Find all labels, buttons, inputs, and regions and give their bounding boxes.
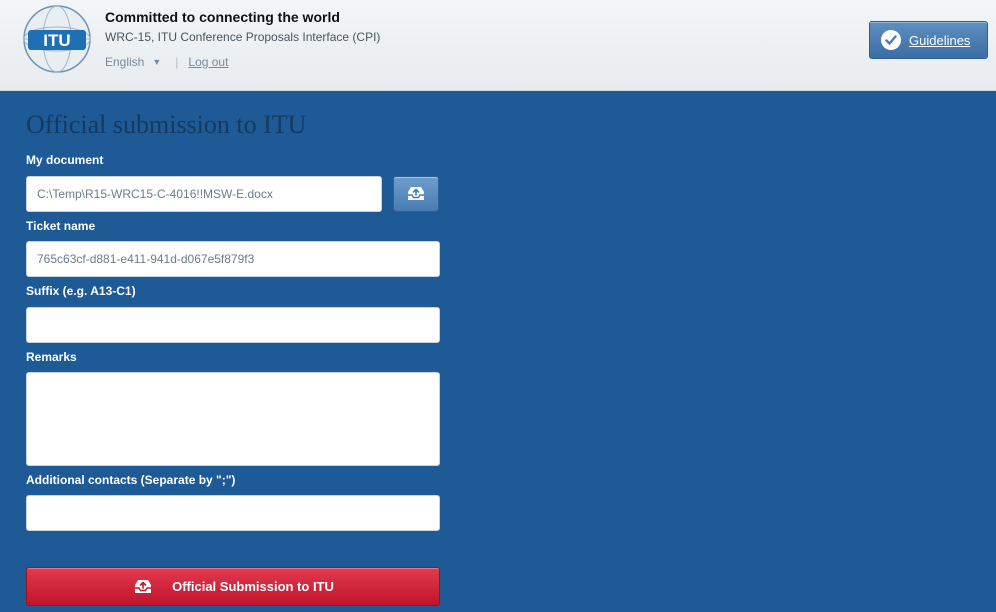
divider: | xyxy=(175,55,179,69)
remarks-field[interactable] xyxy=(26,372,440,466)
ticket-field[interactable] xyxy=(26,241,440,277)
language-selector[interactable]: English xyxy=(105,55,144,69)
chevron-down-icon[interactable]: ▼ xyxy=(152,57,161,67)
check-circle-icon xyxy=(881,30,901,50)
itu-logo: ITU xyxy=(23,5,91,73)
document-label: My document xyxy=(26,153,104,167)
official-submission-button[interactable]: Official Submission to ITU xyxy=(26,567,440,606)
suffix-field[interactable] xyxy=(26,307,440,343)
guidelines-button[interactable]: Guidelines xyxy=(869,21,988,59)
logout-link[interactable]: Log out xyxy=(188,55,228,69)
header-bar: ITU Committed to connecting the world WR… xyxy=(0,0,996,91)
remarks-label: Remarks xyxy=(26,350,77,364)
suffix-label: Suffix (e.g. A13-C1) xyxy=(26,284,136,298)
contacts-label: Additional contacts (Separate by ";") xyxy=(26,473,236,487)
language-bar: English ▼ | Log out xyxy=(105,54,228,70)
contacts-field[interactable] xyxy=(26,495,440,531)
guidelines-label: Guidelines xyxy=(909,32,971,48)
upload-tray-icon xyxy=(135,579,152,593)
app-subtitle: WRC-15, ITU Conference Proposals Interfa… xyxy=(105,30,381,44)
upload-button[interactable] xyxy=(393,176,439,212)
upload-tray-icon xyxy=(408,187,424,200)
page-title: Official submission to ITU xyxy=(26,110,307,139)
ticket-label: Ticket name xyxy=(26,219,96,233)
svg-text:ITU: ITU xyxy=(43,31,70,50)
tagline: Committed to connecting the world xyxy=(105,9,340,25)
document-field[interactable] xyxy=(26,176,382,212)
submit-label: Official Submission to ITU xyxy=(172,579,334,594)
